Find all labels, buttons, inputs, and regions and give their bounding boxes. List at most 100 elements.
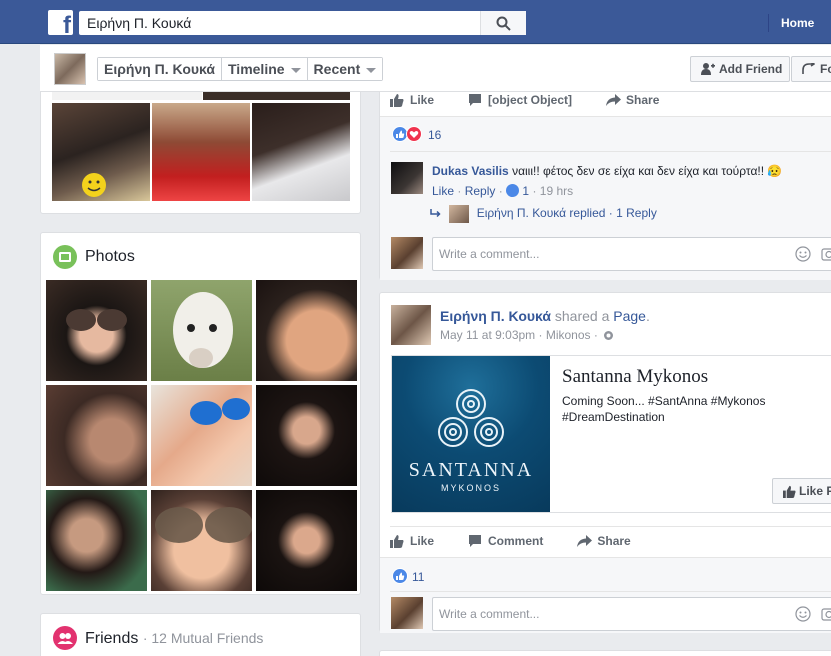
friends-card: Friends · 12 Mutual Friends (40, 613, 361, 656)
emoji-icon[interactable] (795, 246, 811, 262)
photo-thumbnail[interactable] (46, 490, 147, 591)
search-bar[interactable] (79, 11, 526, 35)
featured-photo[interactable] (152, 103, 250, 201)
post1-actions: Like [object Object] Share (390, 88, 693, 112)
photos-icon (53, 245, 77, 269)
commenter-avatar[interactable] (391, 162, 423, 194)
facebook-logo-icon[interactable]: f (48, 10, 73, 35)
share-button[interactable]: Share (577, 529, 631, 553)
chevron-down-icon (290, 67, 301, 73)
search-input[interactable] (79, 11, 459, 35)
profile-avatar[interactable] (54, 53, 86, 85)
profile-name-tab[interactable]: Ειρήνη Π. Κουκά (98, 58, 222, 80)
feed-post-1: Like [object Object] Share 16 Dukas Vasi… (379, 92, 831, 280)
santanna-spiral-icon (438, 389, 504, 447)
feed-post-2: Ειρήνη Π. Κουκά shared a Page. May 11 at… (379, 292, 831, 633)
comment-author[interactable]: Dukas Vasilis (432, 164, 509, 178)
comment-actions: Like · Reply · 1 · 19 hrs (432, 182, 573, 199)
camera-icon[interactable] (821, 606, 831, 622)
timeline-header: Ειρήνη Π. Κουκά Timeline Recent Add Frie… (40, 45, 831, 92)
divider (390, 151, 831, 152)
friends-icon (53, 626, 77, 650)
share-icon (606, 94, 622, 106)
shared-page-link[interactable]: Page (613, 308, 646, 324)
reaction-count[interactable]: 16 (428, 128, 441, 142)
logo-title: SANTANNA (408, 459, 534, 481)
santanna-logo-image: SANTANNA MYKONOS (392, 356, 550, 512)
photo-thumbnail[interactable] (151, 280, 252, 381)
tab-timeline[interactable]: Timeline (222, 58, 308, 80)
photo-thumbnail[interactable] (256, 490, 357, 591)
viewer-avatar (391, 597, 423, 629)
like-label: Like (410, 93, 435, 107)
photo-thumbnail[interactable] (256, 280, 357, 381)
reply-summary[interactable]: Ειρήνη Π. Κουκά replied · 1 Reply (430, 204, 657, 223)
comment-reply-link[interactable]: Reply (465, 184, 496, 198)
photo-thumbnail[interactable] (151, 490, 252, 591)
photo-thumbnail[interactable] (46, 280, 147, 381)
friends-card-title[interactable]: Friends · 12 Mutual Friends (53, 626, 263, 650)
shared-page-name[interactable]: Santanna Mykonos (562, 366, 708, 388)
like-reaction-icon (392, 568, 408, 584)
globe-icon (604, 331, 614, 341)
comment-body: Dukas Vasilis ναιιι!! φέτος δεν σε είχα … (432, 163, 831, 179)
mutual-friends-count: · 12 Mutual Friends (142, 630, 264, 646)
reply-count: · 1 Reply (608, 206, 657, 220)
post-timestamp[interactable]: May 11 at 9:03pm · Mikonos · (440, 328, 598, 342)
tab-recent[interactable]: Recent (307, 58, 383, 80)
love-reaction-icon (406, 126, 422, 142)
comment-button[interactable]: Comment (468, 529, 543, 553)
comment-input-placeholder: Write a comment... (439, 607, 540, 621)
divider (390, 526, 831, 527)
photo-thumbnail[interactable] (151, 385, 252, 486)
follow-button[interactable]: Fo (791, 56, 831, 82)
share-label: Share (597, 534, 631, 548)
thumbs-up-icon (783, 485, 796, 498)
shared-page-preview[interactable]: SANTANNA MYKONOS Santanna Mykonos Coming… (391, 355, 831, 513)
comment-time[interactable]: · 19 hrs (532, 184, 573, 198)
replier-avatar (449, 204, 470, 223)
photo-thumbnail[interactable] (256, 385, 357, 486)
share-button[interactable]: Share (606, 88, 659, 112)
like-label: Like (410, 534, 435, 548)
like-button[interactable]: Like (390, 88, 434, 112)
like-button[interactable]: Like (390, 529, 434, 553)
comment-like-link[interactable]: Like (432, 184, 454, 198)
shared-text: shared a (554, 308, 610, 324)
post-meta: May 11 at 9:03pm · Mikonos · (440, 328, 614, 342)
tab-timeline-label: Timeline (228, 61, 285, 77)
viewer-avatar (391, 237, 423, 269)
comment-button[interactable]: [object Object] (468, 88, 572, 112)
feed-post-3 (379, 650, 831, 656)
add-friend-button[interactable]: Add Friend (690, 56, 790, 82)
alpaca-icon (173, 292, 233, 368)
emoji-icon[interactable] (795, 606, 811, 622)
photos-card-title[interactable]: Photos (53, 245, 135, 269)
comment-input[interactable]: Write a comment... (432, 237, 831, 271)
photo-thumbnail[interactable] (46, 385, 147, 486)
logo-subtitle: MYKONOS (440, 483, 501, 493)
comment-input[interactable]: Write a comment... (432, 597, 831, 631)
friends-title: Friends (85, 630, 139, 647)
like-page-button[interactable]: Like P (772, 478, 831, 504)
search-button[interactable] (480, 11, 526, 35)
featured-photo-strip[interactable] (52, 92, 202, 100)
smiley-balloon-icon (82, 173, 106, 197)
comment-like-count[interactable]: 1 (522, 184, 529, 198)
author-avatar[interactable] (391, 305, 431, 345)
add-friend-icon (701, 63, 715, 75)
thumbs-up-icon (390, 94, 404, 107)
post-author[interactable]: Ειρήνη Π. Κουκά (440, 308, 551, 324)
comment-input-placeholder: Write a comment... (439, 247, 540, 261)
camera-icon[interactable] (821, 246, 831, 262)
reaction-count[interactable]: 11 (412, 570, 424, 584)
follow-label: Fo (820, 62, 831, 76)
shared-page-description: Coming Soon... #SantAnna #Mykonos #Dream… (562, 394, 766, 424)
divider (380, 116, 831, 117)
home-link[interactable]: Home (768, 14, 831, 32)
share-label: Share (626, 93, 660, 107)
featured-photos-card (40, 92, 361, 214)
featured-photo[interactable] (252, 103, 350, 201)
featured-photo[interactable] (52, 103, 150, 201)
featured-photo-strip[interactable] (203, 92, 350, 100)
